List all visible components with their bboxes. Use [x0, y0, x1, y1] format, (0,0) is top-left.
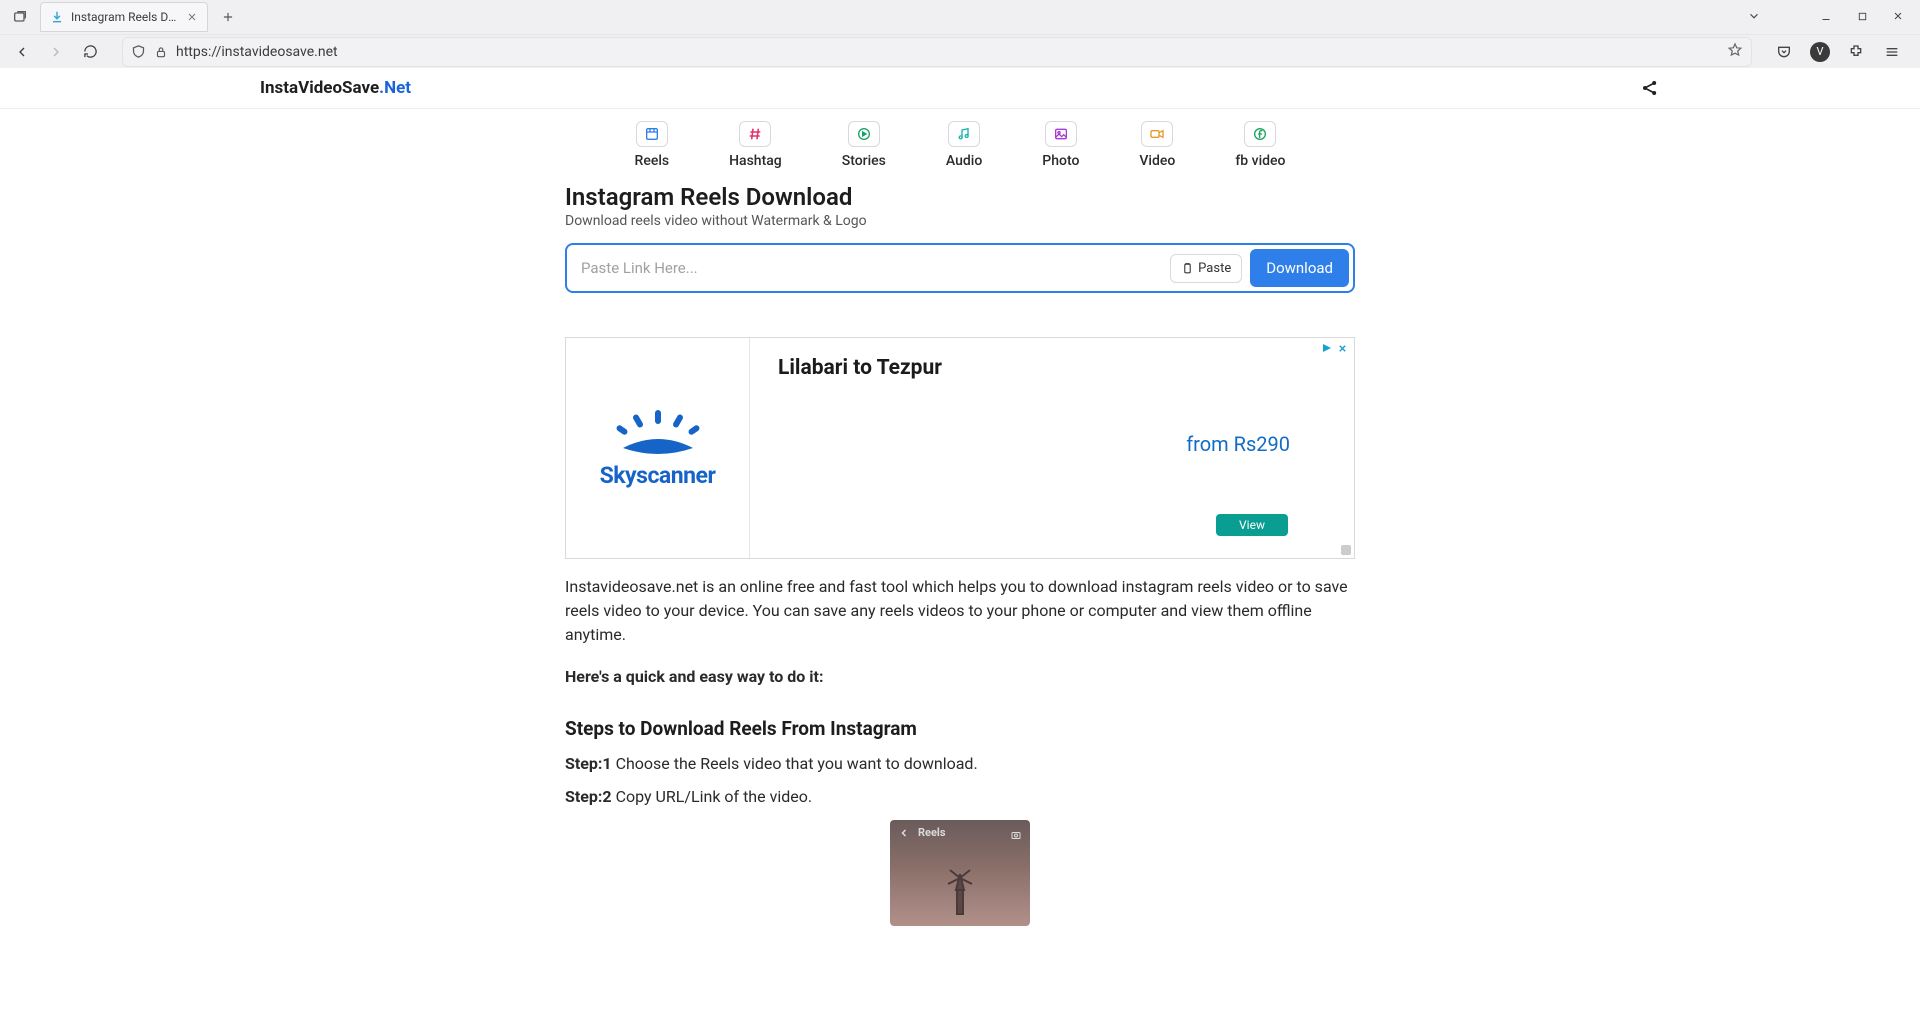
steps-heading: Steps to Download Reels From Instagram	[565, 717, 1355, 740]
photo-icon	[1053, 126, 1069, 142]
pocket-icon[interactable]	[1770, 38, 1798, 66]
page-subtitle: Download reels video without Watermark &…	[565, 213, 1355, 229]
category-tabs: Reels Hashtag Stories Audio Photo Video …	[0, 109, 1920, 175]
ad-resize-handle	[1341, 545, 1351, 555]
tab-title: Instagram Reels Downloader —	[71, 10, 179, 24]
tab-reels[interactable]: Reels	[635, 121, 670, 169]
bookmark-star-icon[interactable]	[1727, 42, 1743, 62]
ad-headline: Lilabari to Tezpur	[778, 356, 1326, 380]
camera-icon	[1010, 826, 1022, 845]
windmill-icon	[942, 868, 978, 918]
tab-strip: Instagram Reels Downloader —	[0, 0, 1920, 34]
browser-toolbar: https://instavideosave.net V	[0, 34, 1920, 68]
back-arrow-icon	[898, 827, 910, 839]
nav-back-button[interactable]	[8, 38, 36, 66]
window-maximize-button[interactable]	[1846, 4, 1878, 28]
nav-forward-button[interactable]	[42, 38, 70, 66]
adchoices-icon[interactable]	[1321, 342, 1333, 357]
quick-line: Here's a quick and easy way to do it:	[565, 665, 1355, 689]
stories-icon	[856, 126, 872, 142]
facebook-icon	[1252, 126, 1268, 142]
nav-reload-button[interactable]	[76, 38, 104, 66]
tab-fbvideo[interactable]: fb video	[1235, 121, 1285, 169]
url-input-row: Paste Download	[565, 243, 1355, 293]
window-close-button[interactable]	[1882, 4, 1914, 28]
shield-icon[interactable]	[131, 44, 146, 59]
window-controls	[1738, 4, 1914, 28]
tab-audio[interactable]: Audio	[946, 121, 982, 169]
share-icon[interactable]	[1640, 78, 1660, 98]
download-button[interactable]: Download	[1250, 249, 1349, 287]
clipboard-icon	[1181, 262, 1194, 275]
step-1: Step:1 Choose the Reels video that you w…	[565, 754, 1355, 773]
audio-icon	[956, 126, 972, 142]
tab-video[interactable]: Video	[1139, 121, 1175, 169]
tab-stories[interactable]: Stories	[842, 121, 886, 169]
account-avatar[interactable]: V	[1806, 38, 1834, 66]
hashtag-icon	[747, 126, 763, 142]
address-bar[interactable]: https://instavideosave.net	[122, 37, 1752, 67]
extensions-icon[interactable]	[1842, 38, 1870, 66]
brand-logo[interactable]: InstaVideoSave.Net	[260, 78, 411, 98]
video-icon	[1149, 126, 1165, 142]
lock-icon[interactable]	[154, 45, 168, 59]
ad-logo-area: Skyscanner	[566, 338, 750, 558]
url-text: https://instavideosave.net	[176, 44, 1719, 60]
url-input[interactable]	[571, 251, 1162, 285]
step-2: Step:2 Copy URL/Link of the video.	[565, 787, 1355, 806]
tabs-dropdown-icon[interactable]	[1738, 4, 1770, 28]
site-header: InstaVideoSave.Net	[0, 68, 1920, 109]
ad-brand: Skyscanner	[600, 462, 716, 489]
favicon-icon	[49, 9, 65, 25]
paste-button[interactable]: Paste	[1170, 254, 1242, 283]
skyscanner-icon	[603, 408, 713, 456]
tab-hashtag[interactable]: Hashtag	[729, 121, 782, 169]
tab-photo[interactable]: Photo	[1042, 121, 1079, 169]
ad-close-icon[interactable]	[1337, 343, 1348, 357]
ad-price: from Rs290	[1186, 432, 1290, 456]
reels-icon	[644, 126, 660, 142]
window-minimize-button[interactable]	[1810, 4, 1842, 28]
page-title: Instagram Reels Download	[565, 183, 1355, 211]
app-menu-icon[interactable]	[1878, 38, 1906, 66]
instruction-thumbnail: Reels	[890, 820, 1030, 926]
browser-tab-active[interactable]: Instagram Reels Downloader —	[40, 2, 208, 32]
recent-windows-button[interactable]	[6, 3, 34, 31]
new-tab-button[interactable]	[214, 3, 242, 31]
tab-close-icon[interactable]	[185, 10, 199, 24]
ad-banner[interactable]: Skyscanner Lilabari to Tezpur from Rs290…	[565, 337, 1355, 559]
intro-paragraph: Instavideosave.net is an online free and…	[565, 575, 1355, 647]
ad-cta-button[interactable]: View	[1216, 514, 1288, 536]
